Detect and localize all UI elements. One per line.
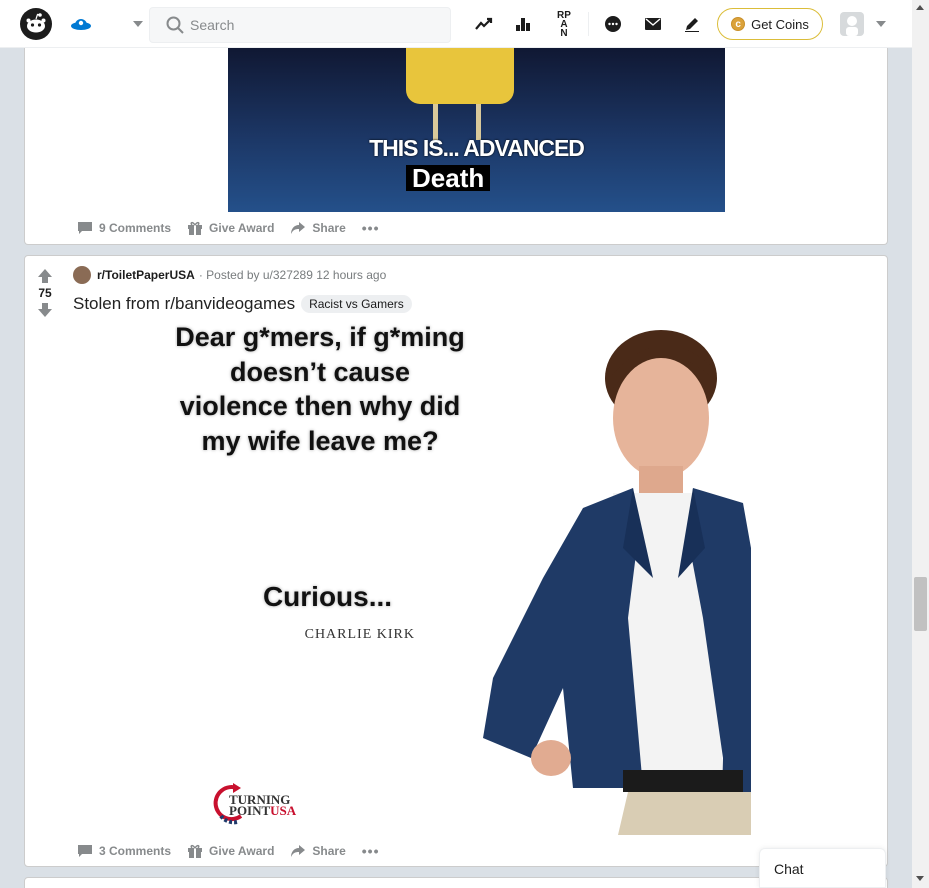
gift-icon	[188, 221, 203, 235]
meme-quote: Dear g*mers, if g*ming doesn’t cause vio…	[175, 322, 465, 456]
subreddit-link[interactable]: r/ToiletPaperUSA	[97, 268, 195, 282]
top-header: RP AN c Get Coins	[0, 0, 912, 48]
post-title[interactable]: Stolen from r/banvideogames	[73, 294, 295, 314]
scroll-up-arrow-icon[interactable]	[916, 5, 924, 10]
comments-button[interactable]: 9 Comments	[73, 217, 175, 239]
give-award-label: Give Award	[209, 844, 275, 858]
search-icon	[166, 16, 184, 34]
logo-line3: USA	[270, 803, 297, 818]
post-image[interactable]: Dear g*mers, if g*ming doesn’t cause vio…	[175, 318, 751, 835]
page-scrollbar[interactable]	[912, 0, 929, 888]
rpan-icon[interactable]: RP AN	[552, 9, 576, 39]
vote-column: 75	[25, 256, 65, 318]
more-icon: •••	[361, 220, 380, 236]
more-options-button[interactable]: •••	[358, 216, 384, 240]
comment-icon	[78, 222, 92, 234]
share-icon	[291, 222, 306, 234]
post-card[interactable]: 75 r/ToiletPaperUSA · Posted by u/327289…	[24, 255, 888, 867]
mail-icon[interactable]	[641, 12, 665, 36]
get-coins-button[interactable]: c Get Coins	[717, 8, 823, 40]
post-title-row: Stolen from r/banvideogames Racist vs Ga…	[73, 294, 412, 314]
post-flair[interactable]: Racist vs Gamers	[301, 295, 412, 313]
community-dropdown-caret-icon[interactable]	[133, 21, 143, 27]
chat-widget[interactable]: Chat	[759, 848, 886, 888]
scroll-down-arrow-icon[interactable]	[916, 876, 924, 881]
comment-icon	[78, 845, 92, 857]
header-divider	[588, 12, 589, 36]
meme-attribution: CHARLIE KIRK	[304, 627, 415, 642]
turning-point-logo: TURNING POINTUSA	[211, 782, 301, 826]
share-icon	[291, 845, 306, 857]
upvote-arrow-icon[interactable]	[37, 268, 53, 284]
stats-icon[interactable]	[511, 12, 535, 36]
give-award-button[interactable]: Give Award	[183, 839, 278, 863]
search-input[interactable]	[190, 8, 440, 42]
coin-icon: c	[731, 17, 746, 31]
share-label: Share	[312, 844, 346, 858]
comments-label: 9 Comments	[99, 221, 172, 235]
post-image[interactable]: THIS IS... ADVANCED Death	[228, 48, 725, 212]
more-options-button[interactable]: •••	[358, 839, 384, 863]
give-award-button[interactable]: Give Award	[183, 216, 278, 240]
share-label: Share	[312, 221, 346, 235]
more-icon: •••	[361, 843, 380, 859]
meme-caption-line1: THIS IS... ADVANCED	[369, 135, 585, 161]
meme-closing: Curious...	[262, 581, 393, 612]
user-dropdown-caret-icon[interactable]	[876, 21, 886, 27]
community-icon[interactable]	[70, 14, 92, 34]
search-bar[interactable]	[149, 7, 451, 43]
post-meta: r/ToiletPaperUSA · Posted by u/327289 12…	[73, 266, 386, 284]
gift-icon	[188, 844, 203, 858]
posted-by: · Posted by u/327289 12 hours ago	[198, 268, 387, 282]
downvote-arrow-icon[interactable]	[37, 302, 53, 318]
chat-label: Chat	[774, 861, 804, 877]
logo-line2: POINT	[229, 803, 271, 818]
post-actions: 9 Comments Give Award Share •••	[73, 216, 383, 240]
meme-figure	[406, 48, 514, 104]
user-avatar-icon[interactable]	[840, 12, 864, 36]
comments-label: 3 Comments	[99, 844, 172, 858]
create-post-icon[interactable]	[680, 12, 704, 36]
rpan-label: RP AN	[557, 9, 571, 39]
popular-trend-icon[interactable]	[472, 12, 496, 36]
subreddit-avatar[interactable]	[73, 266, 91, 284]
share-button[interactable]: Share	[286, 840, 349, 862]
chat-icon[interactable]	[601, 12, 625, 36]
post-actions: 3 Comments Give Award Share •••	[73, 839, 383, 863]
give-award-label: Give Award	[209, 221, 275, 235]
post-card[interactable]: THIS IS... ADVANCED Death 9 Comments Giv…	[24, 30, 888, 245]
share-button[interactable]: Share	[286, 217, 349, 239]
meme-caption-line2: Death	[406, 165, 491, 191]
reddit-logo-icon[interactable]	[20, 8, 52, 40]
person-photo	[483, 330, 751, 835]
vote-score: 75	[38, 286, 52, 300]
comments-button[interactable]: 3 Comments	[73, 840, 175, 862]
get-coins-label: Get Coins	[751, 16, 809, 32]
scrollbar-thumb[interactable]	[914, 577, 927, 631]
